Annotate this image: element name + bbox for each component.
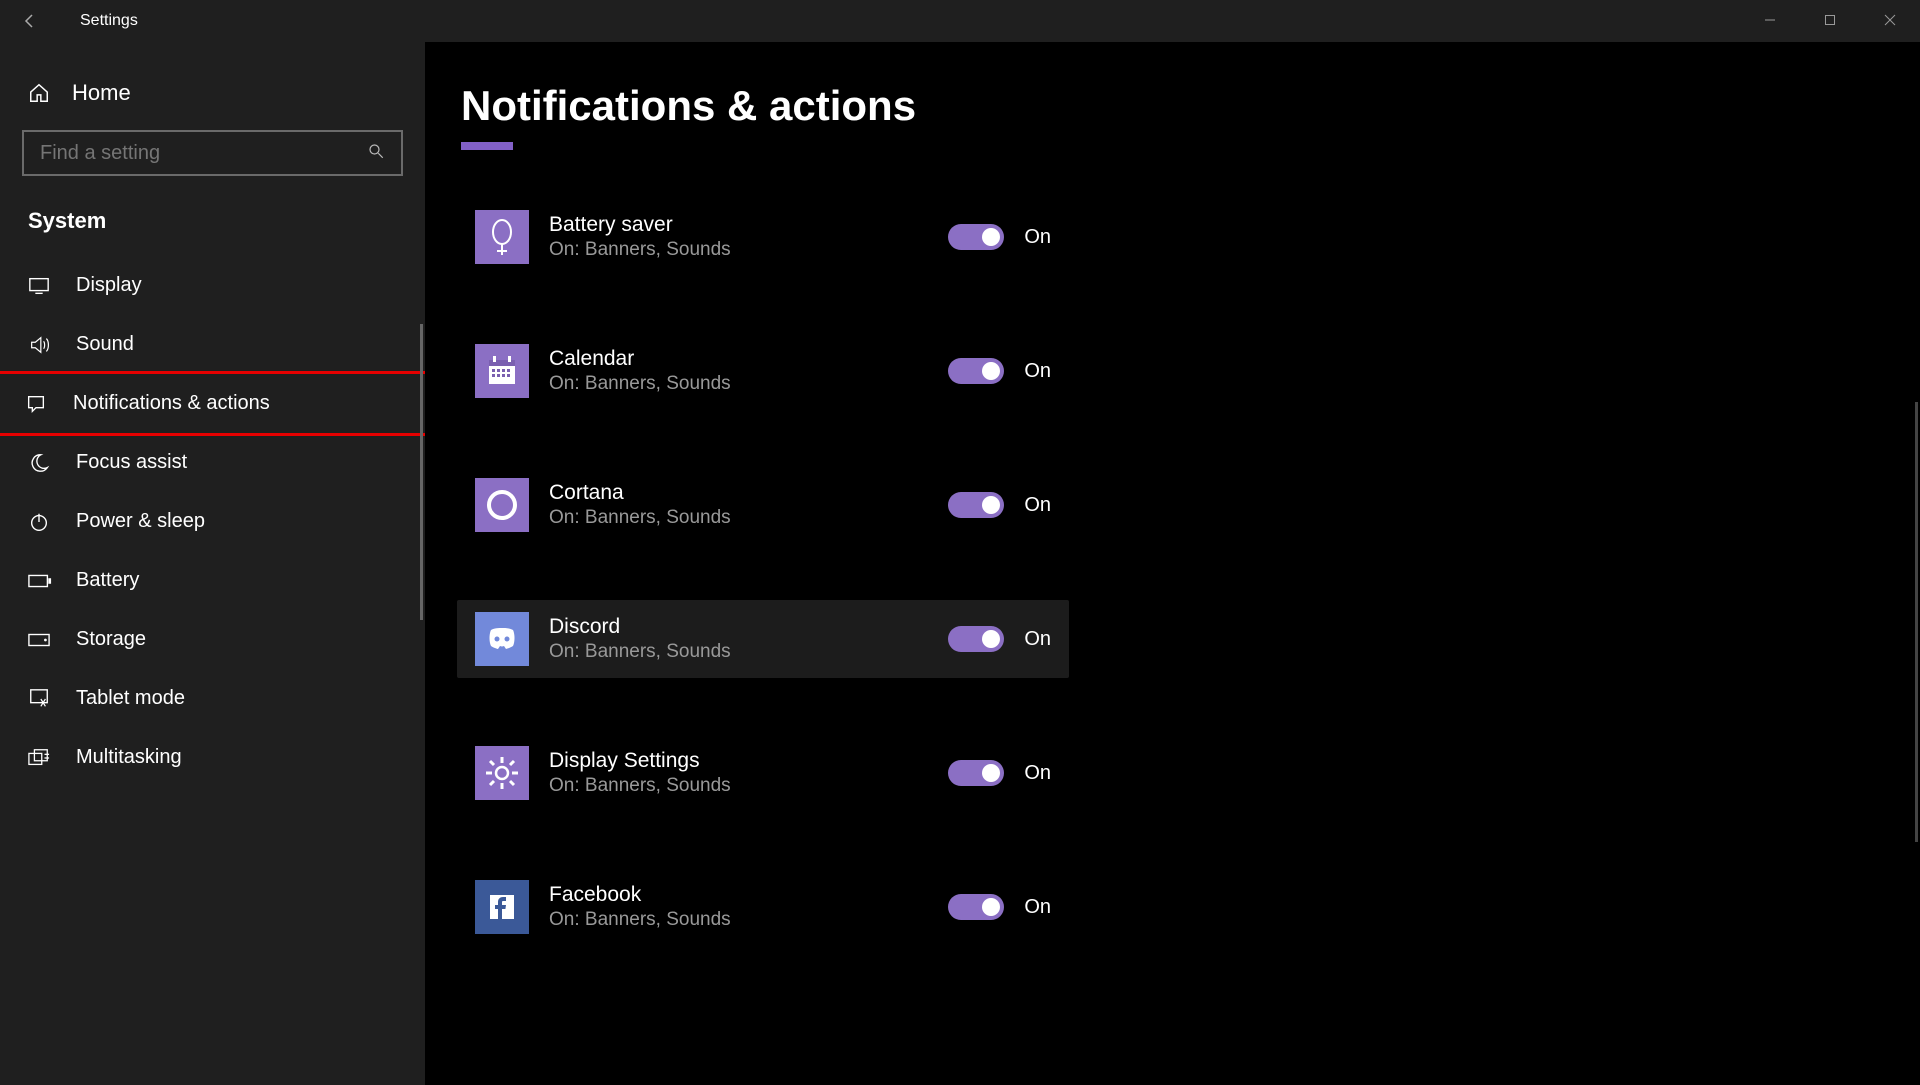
app-sub: On: Banners, Sounds bbox=[549, 775, 948, 797]
search-icon bbox=[367, 142, 385, 160]
app-row-calendar[interactable]: Calendar On: Banners, Sounds On bbox=[457, 332, 1069, 410]
window-controls bbox=[1740, 0, 1920, 40]
storage-icon bbox=[28, 632, 52, 648]
main-scrollbar[interactable] bbox=[1915, 402, 1918, 842]
app-sub: On: Banners, Sounds bbox=[549, 507, 948, 529]
calendar-icon bbox=[475, 344, 529, 398]
app-name: Calendar bbox=[549, 347, 948, 371]
app-row-display-settings[interactable]: Display Settings On: Banners, Sounds On bbox=[457, 734, 1069, 812]
back-button[interactable] bbox=[0, 13, 60, 29]
toggle-switch[interactable] bbox=[948, 894, 1004, 920]
battery-saver-icon bbox=[475, 210, 529, 264]
sidebar-item-tablet-mode[interactable]: Tablet mode bbox=[0, 669, 425, 728]
app-name: Cortana bbox=[549, 481, 948, 505]
cortana-icon bbox=[475, 478, 529, 532]
sidebar-item-label: Notifications & actions bbox=[73, 392, 270, 415]
window-title: Settings bbox=[60, 12, 138, 30]
app-sub: On: Banners, Sounds bbox=[549, 641, 948, 663]
toggle-switch[interactable] bbox=[948, 760, 1004, 786]
toggle-switch[interactable] bbox=[948, 358, 1004, 384]
sidebar-item-label: Battery bbox=[76, 569, 139, 592]
search-input[interactable] bbox=[22, 130, 403, 176]
battery-icon bbox=[28, 573, 52, 589]
toggle-state: On bbox=[1024, 494, 1051, 517]
app-row-discord[interactable]: Discord On: Banners, Sounds On bbox=[457, 600, 1069, 678]
app-row-cortana[interactable]: Cortana On: Banners, Sounds On bbox=[457, 466, 1069, 544]
sidebar-item-multitasking[interactable]: Multitasking bbox=[0, 728, 425, 787]
app-row-battery-saver[interactable]: Battery saver On: Banners, Sounds On bbox=[457, 198, 1069, 276]
facebook-icon bbox=[475, 880, 529, 934]
sidebar-item-label: Power & sleep bbox=[76, 510, 205, 533]
sound-icon bbox=[28, 334, 52, 356]
sidebar-home[interactable]: Home bbox=[0, 62, 425, 124]
app-sub: On: Banners, Sounds bbox=[549, 373, 948, 395]
partial-row-above bbox=[461, 142, 1920, 150]
sidebar-item-storage[interactable]: Storage bbox=[0, 610, 425, 669]
toggle-switch[interactable] bbox=[948, 224, 1004, 250]
sidebar-scrollbar[interactable] bbox=[420, 324, 423, 620]
app-name: Display Settings bbox=[549, 749, 948, 773]
titlebar: Settings bbox=[0, 0, 1920, 42]
app-name: Battery saver bbox=[549, 213, 948, 237]
sidebar-item-sound[interactable]: Sound bbox=[0, 315, 425, 374]
display-icon bbox=[28, 276, 52, 296]
toggle-state: On bbox=[1024, 226, 1051, 249]
toggle-switch[interactable] bbox=[948, 492, 1004, 518]
page-title: Notifications & actions bbox=[457, 82, 1920, 130]
sidebar-item-battery[interactable]: Battery bbox=[0, 551, 425, 610]
moon-icon bbox=[28, 452, 52, 474]
app-sub: On: Banners, Sounds bbox=[549, 239, 948, 261]
app-name: Discord bbox=[549, 615, 948, 639]
toggle-state: On bbox=[1024, 762, 1051, 785]
sidebar: Home System Display Sound Notifications … bbox=[0, 42, 425, 1085]
maximize-button[interactable] bbox=[1800, 0, 1860, 40]
sidebar-item-label: Storage bbox=[76, 628, 146, 651]
sidebar-home-label: Home bbox=[72, 80, 131, 106]
sidebar-item-focus-assist[interactable]: Focus assist bbox=[0, 433, 425, 492]
power-icon bbox=[28, 511, 52, 533]
discord-icon bbox=[475, 612, 529, 666]
close-button[interactable] bbox=[1860, 0, 1920, 40]
sidebar-item-display[interactable]: Display bbox=[0, 256, 425, 315]
app-name: Facebook bbox=[549, 883, 948, 907]
partial-app-icon bbox=[461, 142, 513, 150]
app-row-facebook[interactable]: Facebook On: Banners, Sounds On bbox=[457, 868, 1069, 946]
sidebar-item-label: Display bbox=[76, 274, 142, 297]
app-sub: On: Banners, Sounds bbox=[549, 909, 948, 931]
toggle-state: On bbox=[1024, 628, 1051, 651]
sidebar-item-label: Multitasking bbox=[76, 746, 182, 769]
home-icon bbox=[28, 82, 50, 104]
sidebar-item-power-sleep[interactable]: Power & sleep bbox=[0, 492, 425, 551]
toggle-state: On bbox=[1024, 896, 1051, 919]
toggle-state: On bbox=[1024, 360, 1051, 383]
sidebar-section-label: System bbox=[0, 194, 425, 256]
notifications-icon bbox=[25, 393, 49, 415]
sidebar-nav: Display Sound Notifications & actions Fo… bbox=[0, 256, 425, 787]
sidebar-item-label: Tablet mode bbox=[76, 687, 185, 710]
minimize-button[interactable] bbox=[1740, 0, 1800, 40]
sidebar-item-label: Sound bbox=[76, 333, 134, 356]
multitasking-icon bbox=[28, 748, 52, 768]
sidebar-item-label: Focus assist bbox=[76, 451, 187, 474]
toggle-switch[interactable] bbox=[948, 626, 1004, 652]
main-content: Notifications & actions Battery saver On… bbox=[425, 42, 1920, 1085]
tablet-icon bbox=[28, 688, 52, 710]
app-notification-list: Battery saver On: Banners, Sounds On Cal… bbox=[457, 198, 1069, 946]
gear-icon bbox=[475, 746, 529, 800]
sidebar-item-notifications[interactable]: Notifications & actions bbox=[0, 371, 428, 436]
